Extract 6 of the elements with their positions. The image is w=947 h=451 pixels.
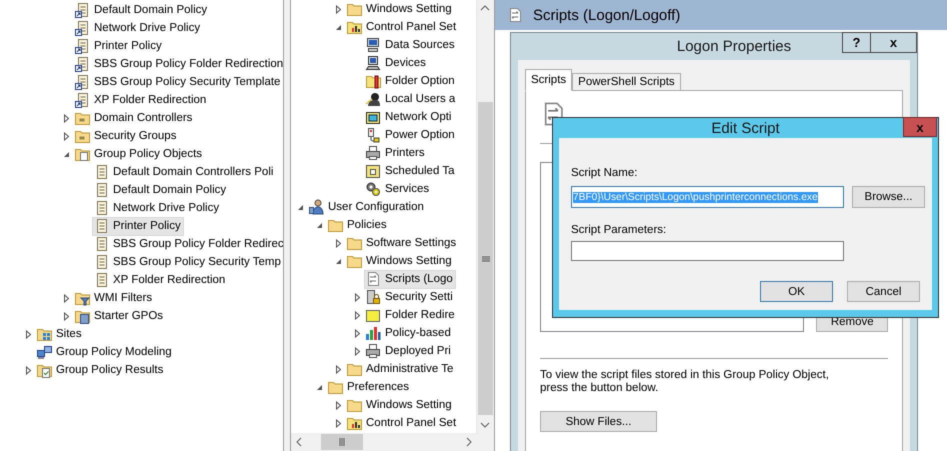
- field-label: Script Name:: [571, 167, 638, 180]
- field-label: Script Parameters:: [571, 224, 666, 237]
- dialog-title: Logon Properties: [676, 38, 792, 55]
- pane-title: Scripts (Logon/Logoff): [533, 6, 680, 24]
- instruction-text: To view the script files stored in this Group Policy Object, press the button below.: [540, 369, 830, 395]
- dialog-title: Edit Script: [711, 120, 780, 136]
